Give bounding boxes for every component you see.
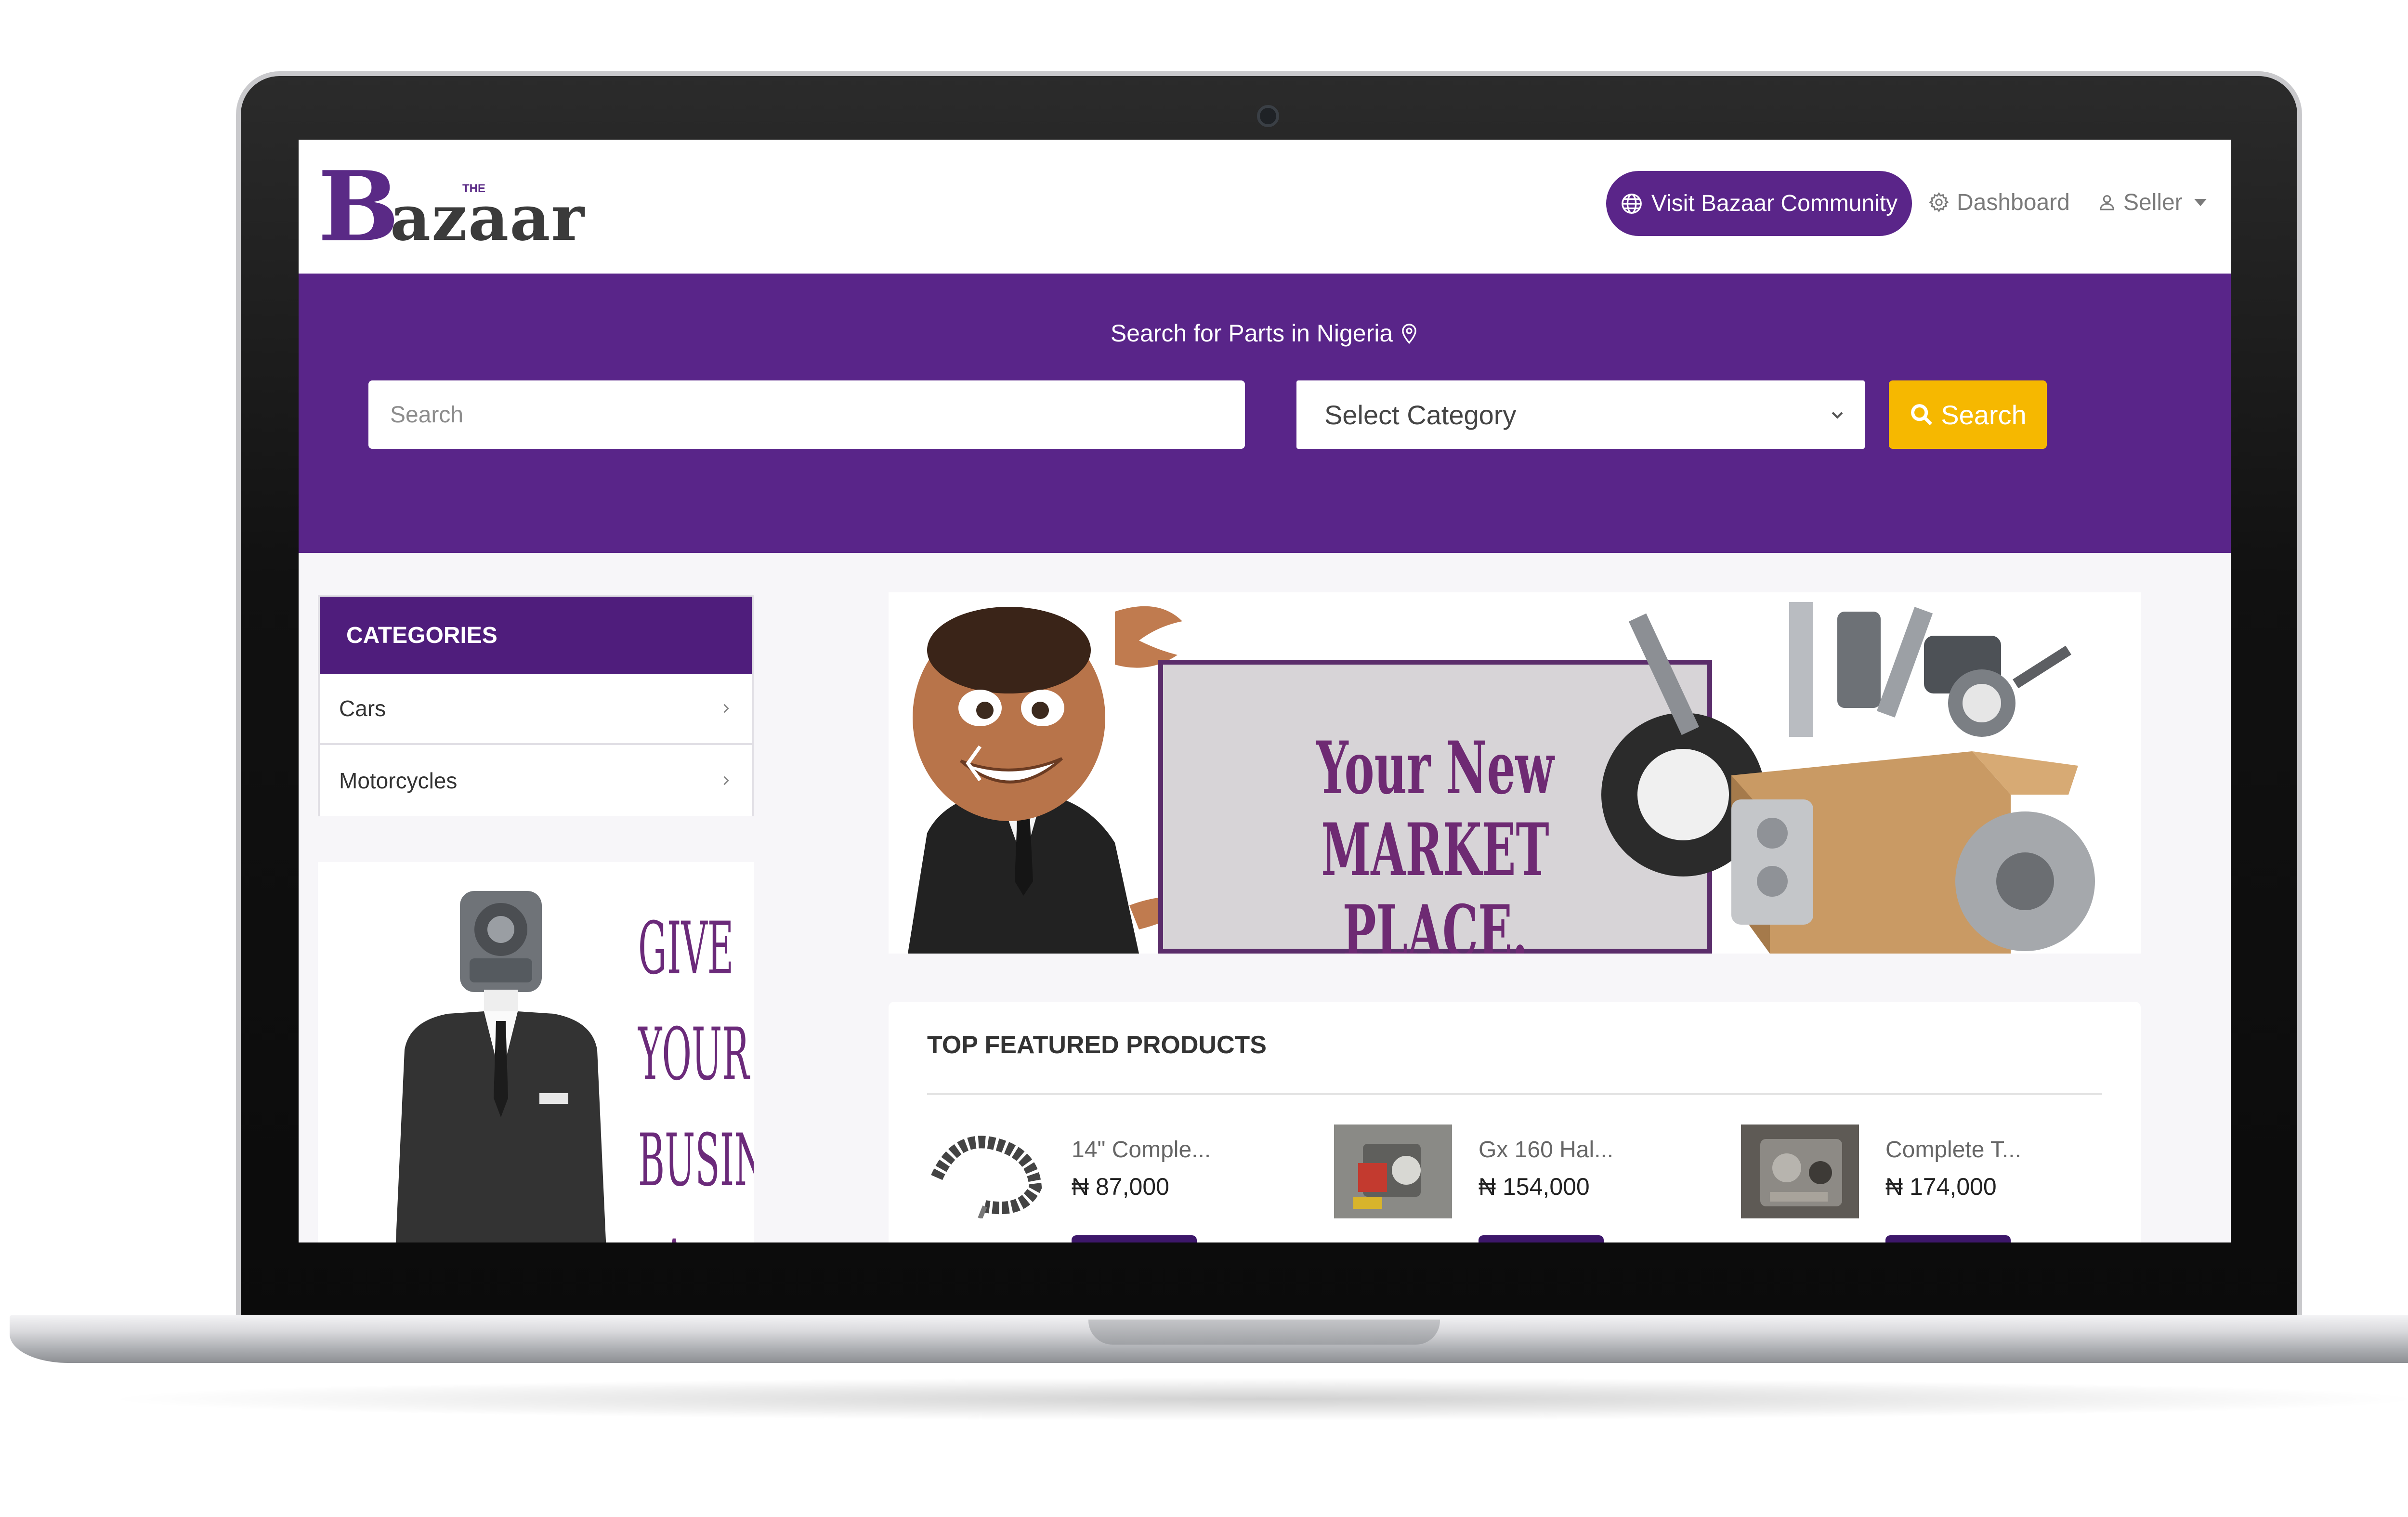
product-action-button[interactable] — [1885, 1235, 2011, 1242]
webcam — [1257, 105, 1279, 127]
side-ad-line: BUSINESS — [638, 1119, 754, 1203]
category-item-motorcycles[interactable]: Motorcycles — [320, 745, 752, 816]
laptop-notch — [1088, 1320, 1440, 1345]
category-item-cars[interactable]: Cars — [320, 674, 752, 745]
product-action-button[interactable] — [1072, 1235, 1197, 1242]
laptop-shadow — [96, 1377, 2408, 1421]
search-hero: Search for Parts in Nigeria Search Selec… — [299, 274, 2231, 553]
visit-community-label: Visit Bazaar Community — [1651, 191, 1898, 216]
product-name: 14" Comple... — [1072, 1137, 1211, 1163]
gear-icon — [1929, 192, 1949, 213]
promo-line-1: Your New — [1316, 726, 1554, 811]
carousel-prev-icon[interactable] — [961, 742, 990, 785]
dashboard-label: Dashboard — [1957, 189, 2070, 215]
product-price: ₦ 154,000 — [1479, 1173, 1590, 1200]
featured-products-card: TOP FEATURED PRODUCTS 14" Comple... ₦ 87… — [889, 1002, 2141, 1242]
category-label: Motorcycles — [339, 768, 458, 793]
search-icon — [1911, 404, 1933, 425]
product-name: Gx 160 Hal... — [1479, 1137, 1614, 1163]
caret-down-icon — [2194, 198, 2207, 206]
chevron-right-icon — [723, 704, 729, 713]
top-navbar: B THE azaar Visit Bazaar Community Dashb… — [299, 140, 2231, 274]
product-thumbnail — [927, 1125, 1045, 1218]
category-select[interactable]: Select Category — [1296, 380, 1865, 449]
globe-icon — [1621, 193, 1642, 214]
categories-heading: CATEGORIES — [320, 597, 752, 674]
search-button-label: Search — [1941, 399, 2027, 430]
seller-dropdown[interactable]: Seller — [2097, 185, 2207, 219]
auto-parts-box-illustration — [1601, 602, 2095, 954]
category-select-value: Select Category — [1324, 399, 1517, 430]
product-thumbnail — [1741, 1125, 1859, 1218]
category-label: Cars — [339, 696, 386, 721]
bazaar-logo[interactable]: B THE azaar — [318, 159, 588, 255]
logo-wordmark: azaar — [390, 181, 586, 255]
product-price: ₦ 87,000 — [1072, 1173, 1169, 1200]
cartoon-man-illustration — [908, 606, 1197, 954]
featured-products-title: TOP FEATURED PRODUCTS — [927, 1031, 1267, 1059]
promo-line-2: MARKET PLACE. — [1321, 808, 1549, 954]
chevron-down-icon — [1832, 412, 1843, 419]
dashboard-link[interactable]: Dashboard — [1928, 185, 2070, 219]
categories-panel: CATEGORIES Cars Motorcycles — [318, 595, 754, 816]
side-ad-line: A FACE — [638, 1214, 710, 1242]
suit-engine-illustration — [395, 891, 606, 1242]
logo-letter: B — [318, 150, 400, 263]
product-card[interactable]: Complete T... ₦ 174,000 — [1741, 1125, 2126, 1242]
location-pin-icon — [1402, 324, 1416, 344]
side-ad-line: GIVE — [638, 907, 734, 991]
browser-viewport: B THE azaar Visit Bazaar Community Dashb… — [299, 140, 2231, 1242]
product-action-button[interactable] — [1479, 1235, 1604, 1242]
product-price: ₦ 174,000 — [1885, 1173, 1997, 1200]
visit-community-button[interactable]: Visit Bazaar Community — [1606, 171, 1912, 236]
seller-label: Seller — [2123, 189, 2183, 215]
search-title-text: Search for Parts in Nigeria — [1110, 320, 1393, 347]
product-thumbnail — [1334, 1125, 1452, 1218]
product-card[interactable]: Gx 160 Hal... ₦ 154,000 — [1334, 1125, 1719, 1242]
featured-divider — [927, 1093, 2102, 1095]
promo-sign-text: Your New MARKET PLACE. — [1267, 727, 1604, 954]
product-name: Complete T... — [1885, 1137, 2021, 1163]
user-icon — [2100, 195, 2114, 210]
product-card[interactable]: 14" Comple... ₦ 87,000 — [927, 1125, 1312, 1242]
side-ad-text: GIVE YOUR BUSINESS A FACE — [638, 896, 754, 1242]
search-input[interactable]: Search — [368, 380, 1245, 449]
chevron-right-icon — [723, 776, 729, 785]
side-ad-line: YOUR — [638, 1013, 749, 1097]
search-placeholder: Search — [390, 402, 464, 428]
side-ad-banner[interactable]: GIVE YOUR BUSINESS A FACE — [318, 862, 754, 1242]
search-title: Search for Parts in Nigeria — [299, 319, 2231, 347]
hero-carousel-banner[interactable]: Your New MARKET PLACE. — [889, 592, 2141, 954]
search-button[interactable]: Search — [1889, 380, 2047, 449]
